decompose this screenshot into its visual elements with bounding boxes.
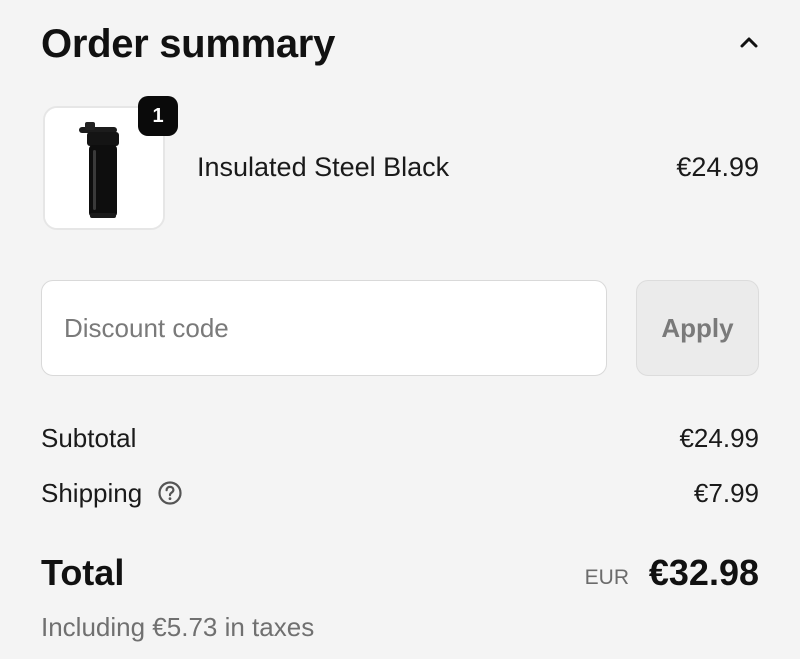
- subtotal-row: Subtotal €24.99: [41, 423, 759, 457]
- apply-button[interactable]: Apply: [636, 280, 759, 376]
- subtotal-value: €24.99: [679, 423, 759, 453]
- total-row: Total EUR €32.98: [41, 552, 759, 600]
- product-price: €24.99: [676, 152, 759, 182]
- taxes-note: Including €5.73 in taxes: [41, 612, 315, 642]
- order-summary-header[interactable]: Order summary: [41, 18, 761, 74]
- shipping-row: Shipping €7.99: [41, 478, 759, 512]
- page-title: Order summary: [41, 22, 336, 66]
- question-circle-icon[interactable]: [157, 480, 183, 506]
- subtotal-label: Subtotal: [41, 423, 137, 453]
- shipping-label: Shipping: [41, 478, 143, 508]
- chevron-up-icon[interactable]: [737, 30, 761, 54]
- total-value: €32.98: [648, 552, 759, 593]
- product-name: Insulated Steel Black: [197, 152, 450, 182]
- total-currency: EUR: [584, 566, 629, 589]
- quantity-badge: 1: [138, 96, 178, 136]
- line-item: 1 Insulated Steel Black €24.99: [41, 96, 759, 232]
- total-label: Total: [41, 552, 125, 593]
- shipping-value: €7.99: [693, 478, 759, 508]
- discount-code-input[interactable]: [41, 280, 607, 376]
